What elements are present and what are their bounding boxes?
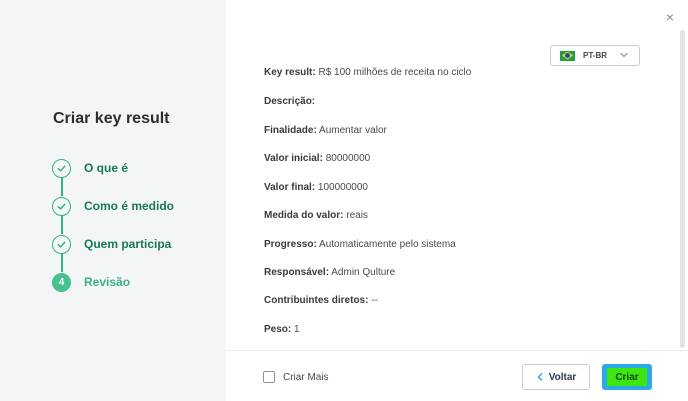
step-connector <box>61 215 63 234</box>
wizard-step-quem-participa[interactable]: Quem participa <box>52 234 171 254</box>
check-icon <box>52 234 71 254</box>
review-row-contribuintes: Contribuintes diretos: -- <box>264 295 378 306</box>
scrollbar[interactable] <box>680 30 685 348</box>
create-button[interactable]: Criar <box>602 364 652 390</box>
step-label: O que é <box>84 161 129 175</box>
chevron-down-icon <box>620 52 628 58</box>
wizard-step-como-e-medido[interactable]: Como é medido <box>52 196 174 216</box>
language-value: PT-BR <box>583 51 607 60</box>
review-row-progresso: Progresso: Automaticamente pelo sistema <box>264 239 456 250</box>
checkbox-box[interactable] <box>263 371 275 383</box>
review-row-peso: Peso: 1 <box>264 324 300 335</box>
language-select[interactable]: PT-BR <box>550 45 640 66</box>
step-connector <box>61 177 63 196</box>
step-label: Como é medido <box>84 199 175 213</box>
review-row-key-result: Key result: R$ 100 milhões de receita no… <box>264 67 472 78</box>
step-connector <box>61 253 63 272</box>
review-row-responsavel: Responsável: Admin Qulture <box>264 267 396 278</box>
brazil-flag-icon <box>560 50 575 61</box>
review-row-valor-final: Valor final: 100000000 <box>264 182 368 193</box>
chevron-left-icon <box>537 373 542 381</box>
review-row-descricao: Descrição: <box>264 96 316 107</box>
close-icon[interactable]: × <box>664 10 676 24</box>
wizard-step-revisao[interactable]: 4 Revisão <box>52 272 130 292</box>
check-icon <box>52 158 71 178</box>
create-more-checkbox[interactable]: Criar Mais <box>263 371 329 383</box>
review-row-medida: Medida do valor: reais <box>264 210 368 221</box>
create-button-label: Criar <box>607 368 647 386</box>
wizard-sidebar: Criar key result O que é Como é medido Q… <box>0 0 226 401</box>
review-row-valor-inicial: Valor inicial: 80000000 <box>264 153 371 164</box>
review-row-finalidade: Finalidade: Aumentar valor <box>264 125 387 136</box>
create-more-label: Criar Mais <box>283 371 329 383</box>
back-button[interactable]: Voltar <box>522 364 590 390</box>
step-number-badge: 4 <box>52 272 71 292</box>
check-icon <box>52 196 71 216</box>
modal-footer: Criar Mais Voltar Criar <box>226 350 688 401</box>
back-button-label: Voltar <box>548 371 577 383</box>
step-label: Revisão <box>84 275 131 289</box>
step-label: Quem participa <box>84 237 172 251</box>
wizard-step-o-que-e[interactable]: O que é <box>52 158 128 178</box>
wizard-title: Criar key result <box>53 110 170 127</box>
